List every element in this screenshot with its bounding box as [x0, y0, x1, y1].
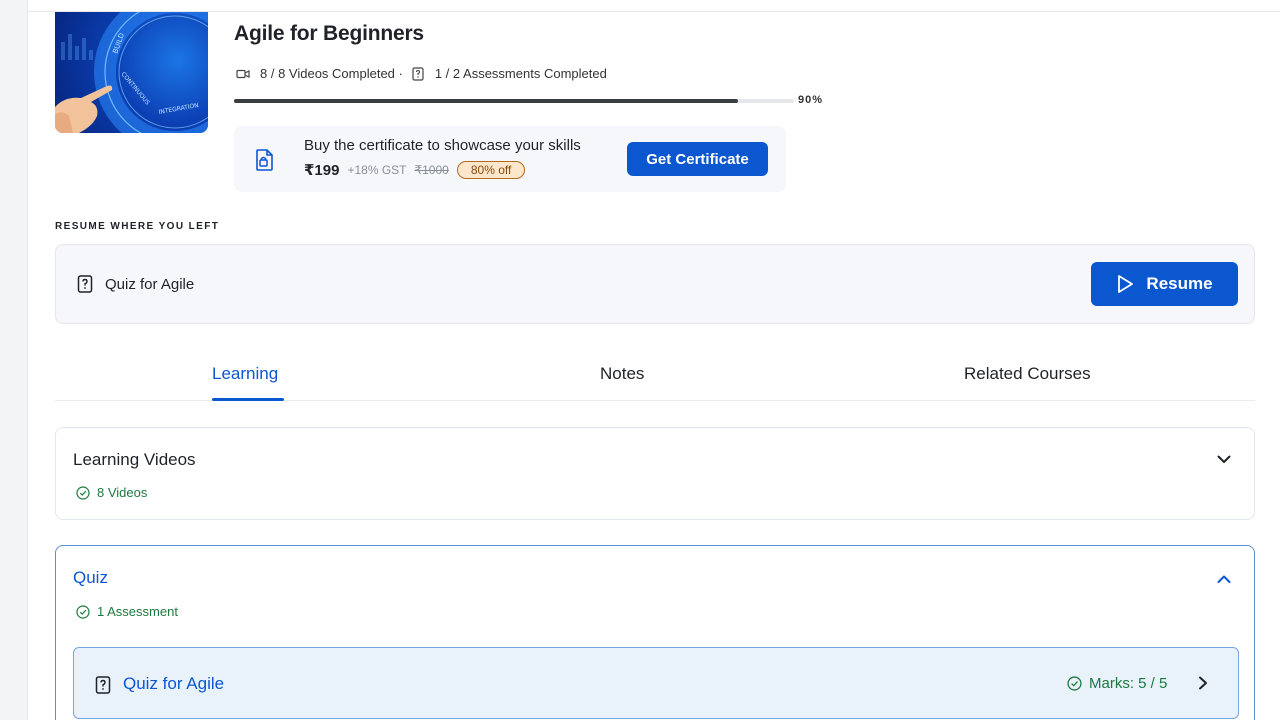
section-subtitle: 1 Assessment [76, 604, 178, 619]
resume-section-label: RESUME WHERE YOU LEFT [55, 221, 220, 232]
chevron-right-icon[interactable] [1196, 675, 1210, 691]
play-icon [1116, 274, 1134, 294]
course-progress-label: 90% [798, 94, 824, 106]
resume-item: Quiz for Agile [77, 275, 194, 293]
certificate-price-row: ₹199 +18% GST ₹1000 80% off [304, 161, 526, 179]
quiz-section[interactable]: Quiz 1 Assessment Quiz for Agile Marks: … [55, 545, 1255, 720]
video-count: 8 Videos [97, 485, 148, 500]
tab-related-courses[interactable]: Related Courses [964, 364, 1091, 384]
check-circle-icon [1067, 676, 1082, 691]
quiz-marks-text: Marks: 5 / 5 [1089, 675, 1168, 692]
question-doc-icon [411, 66, 425, 81]
active-tab-indicator [212, 398, 284, 401]
check-circle-icon [76, 604, 90, 619]
question-doc-icon [95, 676, 111, 694]
chevron-down-icon[interactable] [1216, 451, 1232, 467]
certificate-old-price: ₹1000 [414, 163, 449, 177]
thumb-word-continuous: CONTINUOUS [119, 71, 151, 107]
check-circle-icon [76, 485, 90, 500]
discount-badge: 80% off [456, 161, 526, 179]
quiz-list-item[interactable]: Quiz for Agile Marks: 5 / 5 [73, 647, 1239, 719]
resume-item-title: Quiz for Agile [105, 275, 195, 293]
section-subtitle: 8 Videos [76, 485, 147, 500]
left-rail [0, 0, 28, 720]
quiz-item-title: Quiz for Agile [123, 674, 225, 693]
course-progress-bar [234, 99, 794, 103]
video-camera-icon [236, 67, 250, 81]
resume-button[interactable]: Resume [1091, 262, 1238, 306]
certificate-gst: +18% GST [347, 163, 407, 177]
course-tabs: Learning Notes Related Courses [55, 354, 1255, 401]
resume-button-label: Resume [1146, 274, 1213, 293]
thumb-word-integration: INTEGRATION [158, 102, 199, 116]
course-title: Agile for Beginners [234, 22, 424, 45]
header-divider [28, 11, 1280, 12]
assessment-count: 1 Assessment [97, 604, 178, 619]
course-meta: 8 / 8 Videos Completed · 1 / 2 Assessmen… [236, 66, 607, 81]
section-title: Learning Videos [73, 450, 196, 469]
chevron-up-icon[interactable] [1216, 571, 1232, 587]
learning-videos-section[interactable]: Learning Videos 8 Videos [55, 427, 1255, 520]
get-certificate-button[interactable]: Get Certificate [627, 142, 768, 176]
certificate-promo-text: Buy the certificate to showcase your ski… [304, 137, 581, 154]
certificate-doc-icon [254, 148, 276, 172]
question-doc-icon [77, 275, 93, 293]
tab-notes[interactable]: Notes [600, 364, 644, 384]
section-title: Quiz [73, 568, 108, 587]
resume-card: Quiz for Agile Resume [55, 244, 1255, 324]
course-progress-fill [234, 99, 738, 103]
course-thumbnail: BUILD CONTINUOUS INTEGRATION [55, 12, 208, 133]
certificate-card: Buy the certificate to showcase your ski… [234, 126, 786, 192]
certificate-price: ₹199 [304, 162, 340, 179]
assessments-completed: 1 / 2 Assessments Completed [434, 66, 607, 81]
quiz-marks: Marks: 5 / 5 [1067, 675, 1167, 692]
videos-completed: 8 / 8 Videos Completed · [260, 66, 403, 81]
tab-learning[interactable]: Learning [212, 364, 278, 384]
